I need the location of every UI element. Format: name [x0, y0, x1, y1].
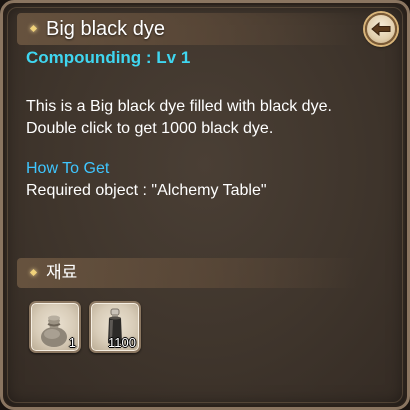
material-slot-pouch[interactable]: 1 — [29, 301, 81, 353]
how-to-get-label: How To Get — [26, 160, 110, 177]
item-description: This is a Big black dye filled with blac… — [26, 96, 396, 140]
material-count: 1100 — [108, 335, 136, 350]
description-line-1: This is a Big black dye filled with blac… — [26, 98, 332, 115]
description-line-2: Double click to get 1000 black dye. — [26, 120, 274, 137]
back-arrow-icon — [371, 21, 391, 37]
item-tooltip-panel: Big black dye Compounding : Lv 1 This is… — [0, 0, 410, 410]
materials-title: 재료 — [46, 263, 78, 282]
material-slot-dye-bottle[interactable]: 1100 — [89, 301, 141, 353]
back-button[interactable] — [365, 13, 397, 45]
item-title: Big black dye — [46, 18, 165, 40]
how-to-get-text: Required object : "Alchemy Table" — [26, 182, 267, 199]
material-count: 1 — [68, 335, 76, 350]
compounding-level: Compounding : Lv 1 — [26, 48, 191, 67]
